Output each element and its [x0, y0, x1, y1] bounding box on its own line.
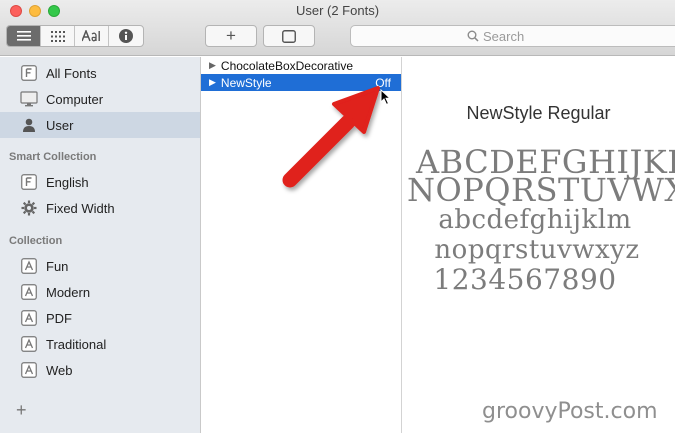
preview-lowercase-line-1: abcdefghijklm	[438, 205, 632, 235]
sidebar-item-all-fonts[interactable]: All Fonts	[0, 60, 200, 86]
sidebar-item-label: User	[46, 117, 74, 133]
sidebar: All Fonts Computer User Smart Collection…	[0, 57, 201, 433]
toggle-preview-button[interactable]	[263, 25, 315, 47]
collection-icon	[20, 283, 38, 301]
sidebar-item-label: Fun	[46, 258, 69, 274]
font-library-icon	[20, 173, 38, 191]
sidebar-item-label: English	[46, 174, 89, 190]
smart-collection-heading: Smart Collection	[9, 151, 97, 163]
add-icon: +	[226, 26, 236, 45]
info-icon	[119, 29, 133, 43]
computer-icon	[20, 90, 38, 108]
grid-view-icon	[50, 30, 65, 42]
add-collection-button[interactable]: +	[16, 400, 27, 421]
search-field[interactable]	[350, 25, 675, 47]
sidebar-item-web[interactable]: Web	[0, 357, 200, 383]
sidebar-item-fixed-width[interactable]: Fixed Width	[0, 195, 200, 221]
sidebar-item-pdf[interactable]: PDF	[0, 305, 200, 331]
gear-icon	[20, 199, 38, 217]
sidebar-item-label: Modern	[46, 284, 91, 300]
grid-view-button[interactable]	[41, 26, 75, 46]
collection-icon	[20, 309, 38, 327]
title-bar: User (2 Fonts) + Search	[0, 0, 675, 56]
search-icon	[467, 30, 479, 42]
collection-icon	[20, 361, 38, 379]
list-view-icon	[16, 31, 31, 41]
sidebar-item-label: All Fonts	[46, 65, 97, 81]
disclosure-triangle-icon[interactable]: ▶	[209, 60, 216, 71]
sidebar-item-label: Web	[46, 362, 73, 378]
font-name: NewStyle	[220, 75, 272, 90]
preview-uppercase-line-2: NOPQRSTUVWXYZ	[407, 171, 675, 209]
watermark: groovyPost.com	[482, 399, 658, 424]
add-font-button[interactable]: +	[205, 25, 257, 47]
font-info-button[interactable]	[109, 26, 143, 46]
sidebar-item-modern[interactable]: Modern	[0, 279, 200, 305]
collection-icon	[20, 257, 38, 275]
user-icon	[20, 116, 38, 134]
sample-view-button[interactable]	[75, 26, 109, 46]
search-input[interactable]	[483, 28, 563, 44]
list-view-button[interactable]	[7, 26, 41, 46]
sidebar-item-label: Traditional	[46, 336, 107, 352]
sidebar-item-traditional[interactable]: Traditional	[0, 331, 200, 357]
sidebar-item-label: Fixed Width	[46, 200, 115, 216]
sidebar-item-label: PDF	[46, 310, 72, 326]
disclosure-triangle-icon[interactable]: ▶	[209, 77, 216, 88]
sidebar-item-computer[interactable]: Computer	[0, 86, 200, 112]
preview-title: NewStyle Regular	[466, 103, 611, 123]
view-mode-segmented-control	[6, 25, 144, 47]
sample-view-icon	[81, 30, 100, 42]
mouse-cursor-icon	[380, 89, 392, 106]
font-library-icon	[20, 64, 38, 82]
sidebar-item-fun[interactable]: Fun	[0, 253, 200, 279]
sidebar-item-english[interactable]: English	[0, 169, 200, 195]
preview-lowercase-line-2: nopqrstuvwxyz	[434, 235, 640, 265]
font-preview-pane: NewStyle Regular ABCDEFGHIJKLM NOPQRSTUV…	[402, 57, 675, 433]
sidebar-item-label: Computer	[46, 91, 104, 107]
sidebar-item-user[interactable]: User	[0, 112, 200, 138]
preview-numerals-line: 1234567890	[433, 263, 617, 296]
window-title: User (2 Fonts)	[295, 3, 380, 18]
collection-heading: Collection	[9, 235, 63, 247]
preview-pane-icon	[282, 29, 296, 43]
collection-icon	[20, 335, 38, 353]
